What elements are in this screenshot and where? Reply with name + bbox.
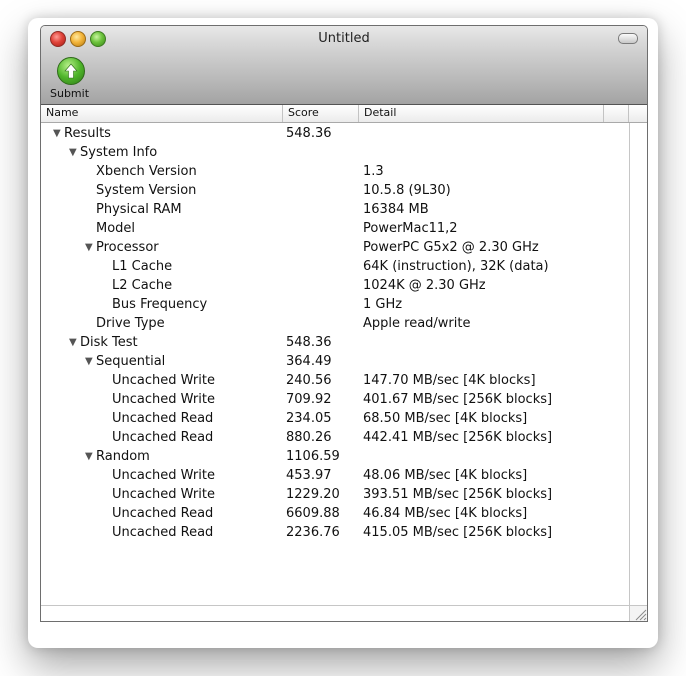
outline-row[interactable]: Uncached Read 880.26 442.41 MB/sec [256K b… [41,428,629,447]
row-score: 240.56 [286,373,332,388]
column-header-detail[interactable]: Detail [359,105,604,122]
row-score: 1106.59 [286,449,340,464]
row-detail: Apple read/write [363,316,471,331]
row-detail: 10.5.8 (9L30) [363,183,451,198]
row-detail: 442.41 MB/sec [256K blocks] [363,430,553,445]
outline-row[interactable]: Model PowerMac11,2 [41,219,629,238]
outline-row[interactable]: Physical RAM 16384 MB [41,200,629,219]
row-detail: 46.84 MB/sec [4K blocks] [363,506,528,521]
outline-row[interactable]: ▼ Sequential 364.49 [41,352,629,371]
row-name: Random [96,449,150,464]
row-detail: 415.05 MB/sec [256K blocks] [363,525,553,540]
row-detail: 1 GHz [363,297,403,312]
row-detail: 68.50 MB/sec [4K blocks] [363,411,528,426]
row-name: Xbench Version [96,164,197,179]
outline-row[interactable]: ▼ System Info [41,143,629,162]
row-name: L2 Cache [112,278,173,293]
row-detail: 393.51 MB/sec [256K blocks] [363,487,553,502]
outline-row[interactable]: Bus Frequency 1 GHz [41,295,629,314]
submit-label: Submit [50,87,90,100]
row-score: 880.26 [286,430,332,445]
outline-row[interactable]: Uncached Write 709.92 401.67 MB/sec [256K … [41,390,629,409]
outline-row[interactable]: ▼ Disk Test 548.36 [41,333,629,352]
outline-row[interactable]: Uncached Read 6609.88 46.84 MB/sec [4K blo… [41,504,629,523]
row-name: Model [96,221,136,236]
row-detail: PowerMac11,2 [363,221,458,236]
row-name: Bus Frequency [112,297,208,312]
outline-row[interactable]: ▼ Random 1106.59 [41,447,629,466]
row-score: 548.36 [286,335,332,350]
column-header: Name Score Detail [41,105,647,123]
horizontal-scrollbar[interactable] [41,605,629,621]
row-score: 2236.76 [286,525,340,540]
title-bar[interactable]: Untitled Submit [41,26,647,105]
row-detail: 48.06 MB/sec [4K blocks] [363,468,528,483]
outline-row[interactable]: Uncached Write 1229.20 393.51 MB/sec [256K… [41,485,629,504]
row-detail: 16384 MB [363,202,429,217]
row-detail: PowerPC G5x2 @ 2.30 GHz [363,240,539,255]
row-detail: 147.70 MB/sec [4K blocks] [363,373,536,388]
outline-row[interactable]: Xbench Version 1.3 [41,162,629,181]
row-name: L1 Cache [112,259,173,274]
column-header-empty [604,105,629,122]
upload-arrow-icon [57,57,85,85]
outline-row[interactable]: L2 Cache 1024K @ 2.30 GHz [41,276,629,295]
column-header-name[interactable]: Name [41,105,283,122]
toolbar-toggle-icon[interactable] [618,33,638,44]
row-name: Uncached Read [112,411,214,426]
row-name: Uncached Write [112,392,215,407]
row-name: Uncached Write [112,487,215,502]
outline-row[interactable]: L1 Cache 64K (instruction), 32K (data) [41,257,629,276]
disclosure-triangle-icon[interactable]: ▼ [85,356,93,367]
row-name: Uncached Write [112,468,215,483]
row-name: Drive Type [96,316,165,331]
disclosure-triangle-icon[interactable]: ▼ [85,242,93,253]
resize-grip[interactable] [629,605,647,621]
row-score: 709.92 [286,392,332,407]
row-name: Uncached Read [112,430,214,445]
submit-button[interactable]: Submit [47,57,91,103]
row-name: Physical RAM [96,202,182,217]
row-name: System Info [80,145,158,160]
row-name: Disk Test [80,335,138,350]
outline-row[interactable]: System Version 10.5.8 (9L30) [41,181,629,200]
vertical-scrollbar[interactable] [629,123,647,605]
row-score: 548.36 [286,126,332,141]
row-name: Sequential [96,354,166,369]
row-detail: 1024K @ 2.30 GHz [363,278,486,293]
row-detail: 401.67 MB/sec [256K blocks] [363,392,553,407]
row-detail: 64K (instruction), 32K (data) [363,259,549,274]
row-score: 6609.88 [286,506,340,521]
row-name: Processor [96,240,159,255]
disclosure-triangle-icon[interactable]: ▼ [69,147,77,158]
row-detail: 1.3 [363,164,384,179]
row-name: Uncached Read [112,525,214,540]
disclosure-triangle-icon[interactable]: ▼ [69,337,77,348]
outline-row[interactable]: ▼ Results 548.36 [41,124,629,143]
outline-row[interactable]: Uncached Read 234.05 68.50 MB/sec [4K bloc… [41,409,629,428]
row-name: System Version [96,183,197,198]
row-score: 453.97 [286,468,332,483]
disclosure-triangle-icon[interactable]: ▼ [85,451,93,462]
column-header-score[interactable]: Score [283,105,359,122]
row-name: Results [64,126,111,141]
xbench-results-window: Untitled Submit Name Score Detail ▼ Resul… [40,25,648,622]
outline-row[interactable]: Uncached Write 453.97 48.06 MB/sec [4K blo… [41,466,629,485]
row-score: 234.05 [286,411,332,426]
row-name: Uncached Read [112,506,214,521]
resize-grip-icon [635,609,647,621]
row-name: Uncached Write [112,373,215,388]
outline-row[interactable]: Drive Type Apple read/write [41,314,629,333]
results-outline: ▼ Results 548.36 ▼ System Info Xbench Version… [41,123,629,605]
outline-row[interactable]: Uncached Write 240.56 147.70 MB/sec [4K bl… [41,371,629,390]
window-title: Untitled [318,31,370,46]
row-score: 1229.20 [286,487,340,502]
disclosure-triangle-icon[interactable]: ▼ [53,128,61,139]
outline-row[interactable]: ▼ Processor PowerPC G5x2 @ 2.30 GHz [41,238,629,257]
row-score: 364.49 [286,354,332,369]
outline-row[interactable]: Uncached Read 2236.76 415.05 MB/sec [256K … [41,523,629,542]
